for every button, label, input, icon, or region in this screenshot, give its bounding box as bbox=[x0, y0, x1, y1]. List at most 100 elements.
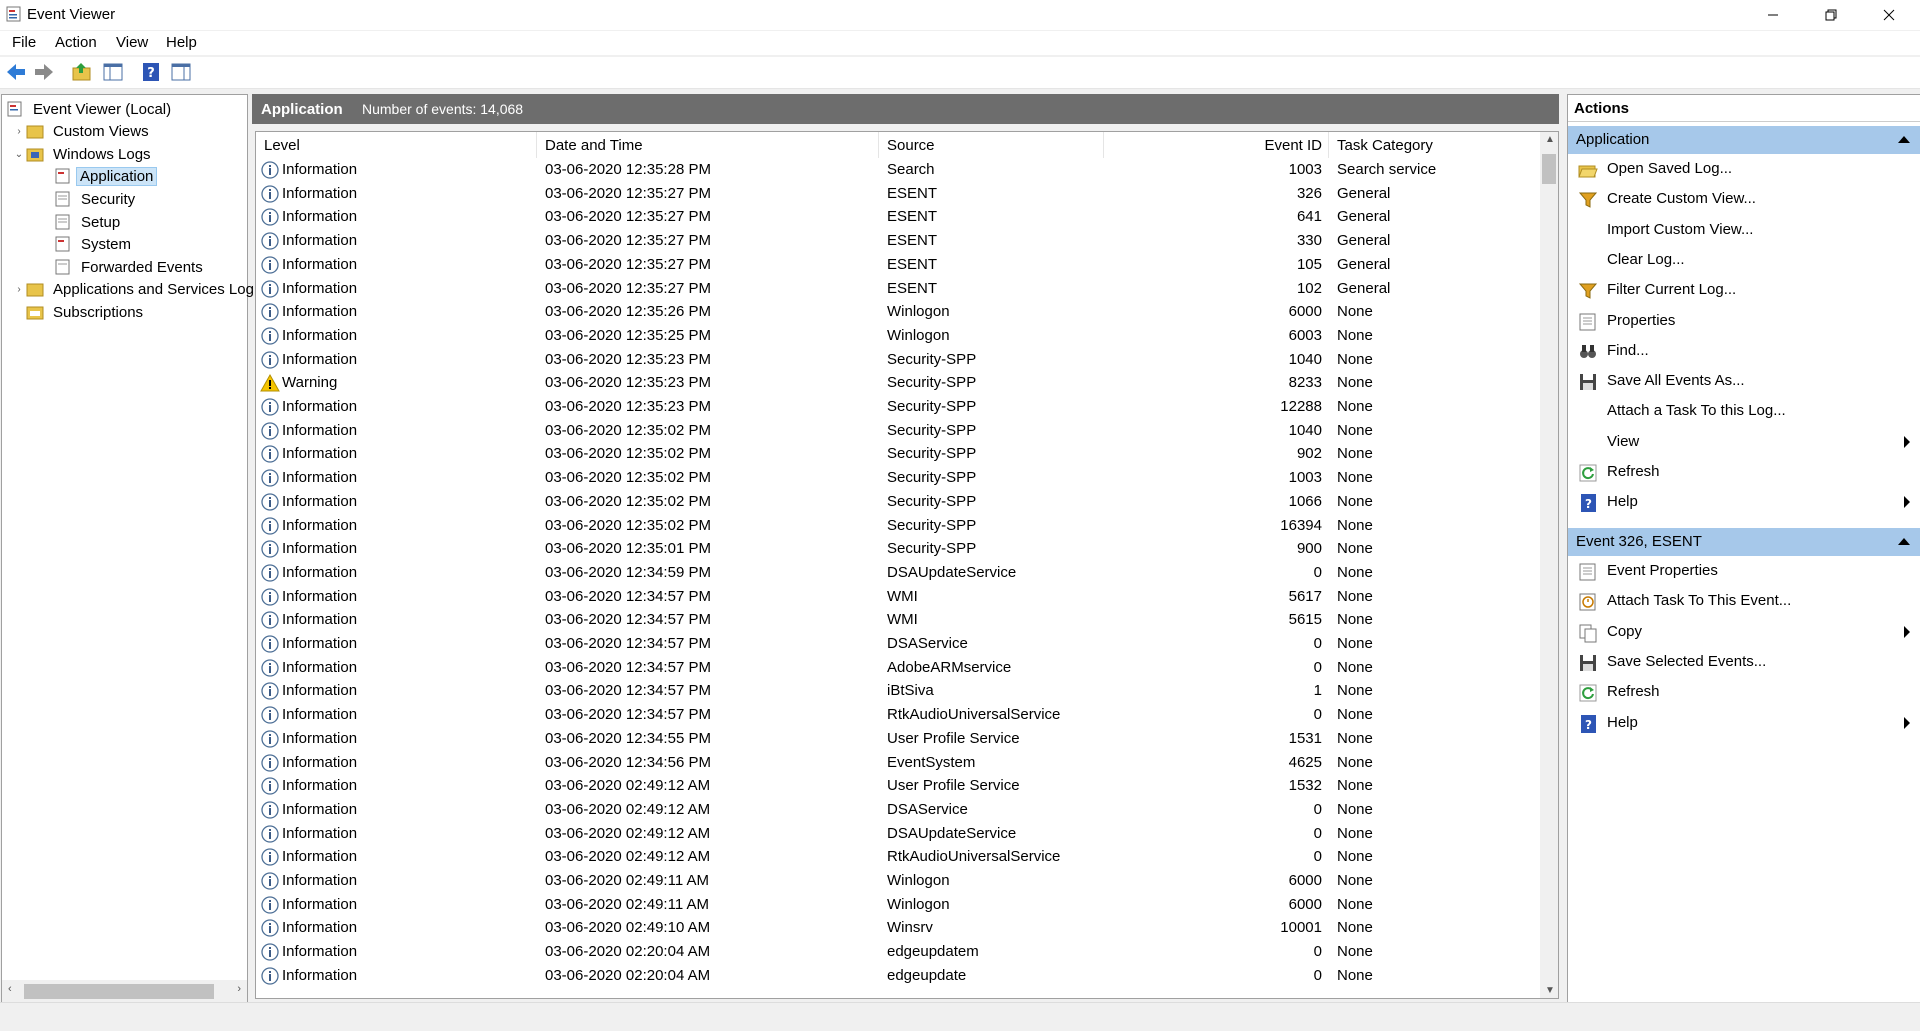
tree-log-forwarded-events[interactable]: Forwarded Events bbox=[54, 256, 208, 278]
column-header-date[interactable]: Date and Time bbox=[537, 132, 879, 158]
table-row[interactable]: Information 03-06-2020 02:49:12 AM RtkAudi… bbox=[256, 845, 1536, 869]
table-row[interactable]: Information 03-06-2020 12:35:27 PM ESENT 33… bbox=[256, 229, 1536, 253]
tree-custom-views[interactable]: › Custom Views bbox=[12, 120, 154, 142]
table-row[interactable]: Information 03-06-2020 12:35:02 PM Securit… bbox=[256, 442, 1536, 466]
table-row[interactable]: Information 03-06-2020 02:49:12 AM User Pr… bbox=[256, 774, 1536, 798]
table-row[interactable]: Information 03-06-2020 12:34:57 PM DSAServ… bbox=[256, 632, 1536, 656]
close-button[interactable] bbox=[1860, 0, 1918, 30]
column-header-level[interactable]: Level bbox=[256, 132, 537, 158]
table-row[interactable]: Information 03-06-2020 02:49:10 AM Winsrv 1… bbox=[256, 916, 1536, 940]
menu-file[interactable]: File bbox=[12, 34, 36, 51]
table-row[interactable]: Information 03-06-2020 12:35:27 PM ESENT 10… bbox=[256, 253, 1536, 277]
cell-source: ESENT bbox=[887, 255, 938, 273]
action-properties[interactable]: Properties bbox=[1568, 307, 1920, 335]
table-row[interactable]: Information 03-06-2020 12:35:02 PM Securit… bbox=[256, 419, 1536, 443]
events-vertical-scrollbar[interactable]: ▲ ▼ bbox=[1540, 132, 1558, 998]
column-header-event-id[interactable]: Event ID bbox=[1104, 132, 1329, 158]
cell-event-id: 0 bbox=[1313, 658, 1322, 676]
action-save-all-events-as[interactable]: Save All Events As... bbox=[1568, 367, 1920, 395]
column-header-source[interactable]: Source bbox=[879, 132, 1104, 158]
table-row[interactable]: Information 03-06-2020 12:35:23 PM Securit… bbox=[256, 348, 1536, 372]
table-row[interactable]: Information 03-06-2020 12:35:01 PM Securit… bbox=[256, 537, 1536, 561]
tree-log-system[interactable]: System bbox=[54, 233, 136, 255]
table-row[interactable]: Information 03-06-2020 12:35:27 PM ESENT 10… bbox=[256, 277, 1536, 301]
table-row[interactable]: Information 03-06-2020 12:35:26 PM Winlogo… bbox=[256, 300, 1536, 324]
up-folder-icon[interactable] bbox=[71, 61, 93, 83]
tree-horizontal-scrollbar[interactable]: ‹ › bbox=[2, 980, 247, 1002]
tree-root[interactable]: Event Viewer (Local) bbox=[6, 98, 176, 120]
table-row[interactable]: Information 03-06-2020 12:34:57 PM WMI 5615… bbox=[256, 608, 1536, 632]
action-view[interactable]: View bbox=[1568, 428, 1920, 456]
table-row[interactable]: Information 03-06-2020 12:34:57 PM WMI 5617… bbox=[256, 585, 1536, 609]
table-row[interactable]: Information 03-06-2020 12:35:27 PM ESENT 64… bbox=[256, 205, 1536, 229]
scroll-left-icon[interactable]: ‹ bbox=[8, 983, 12, 995]
minimize-button[interactable] bbox=[1744, 0, 1802, 30]
tree-apps-services[interactable]: › Applications and Services Log bbox=[12, 278, 259, 300]
table-row[interactable]: Information 03-06-2020 12:34:57 PM iBtSiva… bbox=[256, 679, 1536, 703]
action-import-custom-view[interactable]: Import Custom View... bbox=[1568, 216, 1920, 244]
back-icon[interactable] bbox=[5, 61, 27, 83]
table-row[interactable]: Information 03-06-2020 12:34:55 PM User Pr… bbox=[256, 727, 1536, 751]
section-application[interactable]: Application bbox=[1568, 126, 1920, 154]
restore-button[interactable] bbox=[1802, 0, 1860, 30]
action-help[interactable]: ? Help bbox=[1568, 488, 1920, 516]
action-create-custom-view[interactable]: Create Custom View... bbox=[1568, 185, 1920, 213]
table-row[interactable]: Information 03-06-2020 02:49:12 AM DSAServ… bbox=[256, 798, 1536, 822]
table-row[interactable]: Information 03-06-2020 12:35:28 PM Search 1… bbox=[256, 158, 1536, 182]
table-row[interactable]: Information 03-06-2020 12:35:25 PM Winlogo… bbox=[256, 324, 1536, 348]
table-row[interactable]: Information 03-06-2020 02:20:04 AM edgeupd… bbox=[256, 964, 1536, 988]
action-event-properties[interactable]: Event Properties bbox=[1568, 557, 1920, 585]
table-row[interactable]: Information 03-06-2020 12:35:02 PM Securit… bbox=[256, 490, 1536, 514]
help-icon[interactable]: ? bbox=[140, 61, 162, 83]
show-hide-tree-icon[interactable] bbox=[102, 61, 124, 83]
action-attach-task-to-this-event[interactable]: Attach Task To This Event... bbox=[1568, 587, 1920, 615]
tree-log-setup[interactable]: Setup bbox=[54, 211, 125, 233]
menu-help[interactable]: Help bbox=[166, 34, 197, 51]
table-row[interactable]: Information 03-06-2020 12:34:59 PM DSAUpda… bbox=[256, 561, 1536, 585]
action-filter-current-log[interactable]: Filter Current Log... bbox=[1568, 276, 1920, 304]
expand-chevron-icon[interactable]: › bbox=[12, 284, 26, 295]
expand-chevron-icon[interactable]: › bbox=[12, 126, 26, 137]
action-clear-log[interactable]: Clear Log... bbox=[1568, 246, 1920, 274]
table-row[interactable]: Information 03-06-2020 12:35:27 PM ESENT 32… bbox=[256, 182, 1536, 206]
scroll-thumb[interactable] bbox=[1542, 154, 1556, 184]
tree-log-application[interactable]: Application bbox=[54, 165, 158, 187]
scroll-right-icon[interactable]: › bbox=[237, 983, 241, 995]
column-header-task-category[interactable]: Task Category bbox=[1331, 132, 1537, 158]
action-attach-a-task-to-this-log[interactable]: Attach a Task To this Log... bbox=[1568, 397, 1920, 425]
scroll-down-icon[interactable]: ▼ bbox=[1545, 985, 1555, 996]
table-row[interactable]: Information 03-06-2020 12:35:23 PM Securit… bbox=[256, 395, 1536, 419]
collapse-triangle-icon[interactable] bbox=[1898, 538, 1910, 545]
action-copy[interactable]: Copy bbox=[1568, 618, 1920, 646]
menu-view[interactable]: View bbox=[116, 34, 148, 51]
forward-icon[interactable] bbox=[33, 61, 55, 83]
table-row[interactable]: Information 03-06-2020 12:35:02 PM Securit… bbox=[256, 514, 1536, 538]
table-row[interactable]: Information 03-06-2020 02:49:11 AM Winlogo… bbox=[256, 869, 1536, 893]
action-refresh[interactable]: Refresh bbox=[1568, 678, 1920, 706]
table-row[interactable]: Information 03-06-2020 02:49:11 AM Winlogo… bbox=[256, 893, 1536, 917]
action-find[interactable]: Find... bbox=[1568, 337, 1920, 365]
table-row[interactable]: Warning 03-06-2020 12:35:23 PM Security-SP… bbox=[256, 371, 1536, 395]
action-save-selected-events[interactable]: Save Selected Events... bbox=[1568, 648, 1920, 676]
table-row[interactable]: Information 03-06-2020 02:20:04 AM edgeupd… bbox=[256, 940, 1536, 964]
tree-log-security[interactable]: Security bbox=[54, 188, 140, 210]
scroll-up-icon[interactable]: ▲ bbox=[1545, 134, 1555, 145]
action-refresh[interactable]: Refresh bbox=[1568, 458, 1920, 486]
table-row[interactable]: Information 03-06-2020 12:34:57 PM AdobeAR… bbox=[256, 656, 1536, 680]
action-open-saved-log[interactable]: Open Saved Log... bbox=[1568, 155, 1920, 183]
section-event-326[interactable]: Event 326, ESENT bbox=[1568, 528, 1920, 556]
table-row[interactable]: Information 03-06-2020 02:49:12 AM DSAUpda… bbox=[256, 822, 1536, 846]
action-label: Event Properties bbox=[1607, 562, 1718, 579]
tree-windows-logs[interactable]: ⌄ Windows Logs bbox=[12, 143, 156, 165]
action-help[interactable]: ? Help bbox=[1568, 709, 1920, 737]
menu-action[interactable]: Action bbox=[55, 34, 97, 51]
scroll-thumb[interactable] bbox=[24, 984, 214, 999]
collapse-chevron-icon[interactable]: ⌄ bbox=[12, 149, 26, 160]
table-row[interactable]: Information 03-06-2020 12:35:02 PM Securit… bbox=[256, 466, 1536, 490]
tree-subscriptions[interactable]: Subscriptions bbox=[26, 301, 148, 323]
information-icon bbox=[261, 303, 279, 321]
show-action-pane-icon[interactable] bbox=[170, 61, 192, 83]
table-row[interactable]: Information 03-06-2020 12:34:56 PM EventSy… bbox=[256, 751, 1536, 775]
table-row[interactable]: Information 03-06-2020 12:34:57 PM RtkAudi… bbox=[256, 703, 1536, 727]
collapse-triangle-icon[interactable] bbox=[1898, 136, 1910, 143]
